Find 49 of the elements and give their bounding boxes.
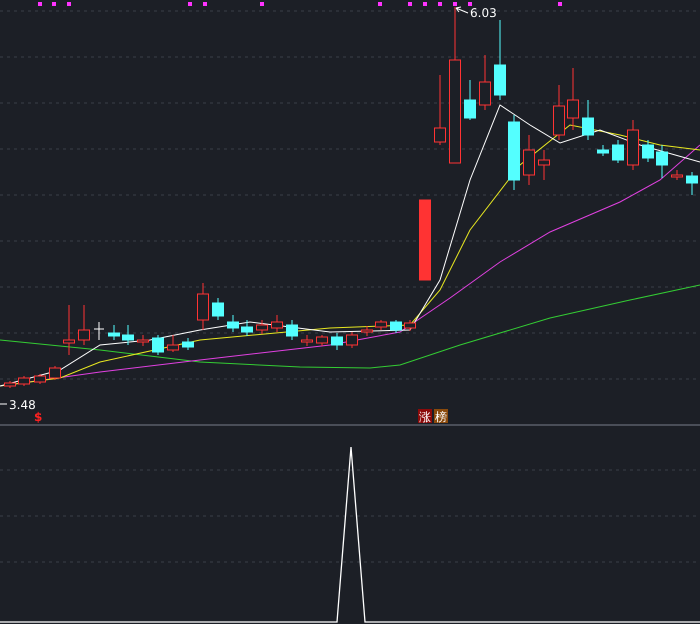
- candlestick: [331, 332, 343, 350]
- candlestick: [122, 324, 134, 346]
- signal-marker: $: [34, 410, 42, 424]
- candlestick: [301, 334, 313, 346]
- candlestick: [479, 54, 491, 110]
- candlestick: [538, 150, 550, 180]
- candlestick: [656, 144, 668, 178]
- candlestick: [63, 304, 75, 356]
- candlestick: [137, 334, 149, 346]
- candlestick: [316, 334, 328, 346]
- candlestick: [627, 120, 639, 170]
- candlestick: [612, 140, 624, 164]
- candlestick: [256, 320, 268, 334]
- candlestick: [361, 326, 373, 336]
- candlestick: [34, 374, 46, 384]
- candlestick: [18, 376, 30, 386]
- candlestick: [597, 144, 609, 156]
- candlestick: [390, 320, 402, 334]
- tag-label: 涨: [419, 410, 431, 424]
- candlestick: [346, 332, 358, 348]
- candlestick: [464, 80, 476, 120]
- candlestick: [567, 68, 579, 130]
- candlestick: [375, 320, 387, 330]
- candlestick: [553, 84, 565, 140]
- candlestick: [78, 304, 90, 346]
- candlestick: [671, 170, 683, 180]
- candlestick: [434, 74, 446, 146]
- tag-label: 榜: [435, 410, 447, 424]
- candlestick: [404, 320, 416, 332]
- candlestick: [582, 100, 594, 140]
- candlestick: [49, 366, 61, 380]
- candlestick: [4, 380, 16, 388]
- candlestick: [642, 140, 654, 162]
- candlestick: [241, 320, 253, 336]
- low-price-label: 3.48: [9, 398, 36, 412]
- candlestick: [686, 172, 698, 196]
- candlestick: [167, 334, 179, 352]
- candlestick: [523, 134, 535, 186]
- candlestick: [182, 338, 194, 350]
- candlestick: [94, 322, 104, 340]
- candlestick: [108, 324, 120, 340]
- candlestick: [286, 320, 298, 340]
- candlestick: [197, 282, 209, 330]
- high-price-pointer: [456, 6, 468, 14]
- candlestick: [212, 298, 224, 320]
- high-price-label: 6.03: [470, 6, 497, 20]
- candlestick: [152, 334, 164, 356]
- candlestick: [227, 314, 239, 332]
- candlestick: [271, 314, 283, 332]
